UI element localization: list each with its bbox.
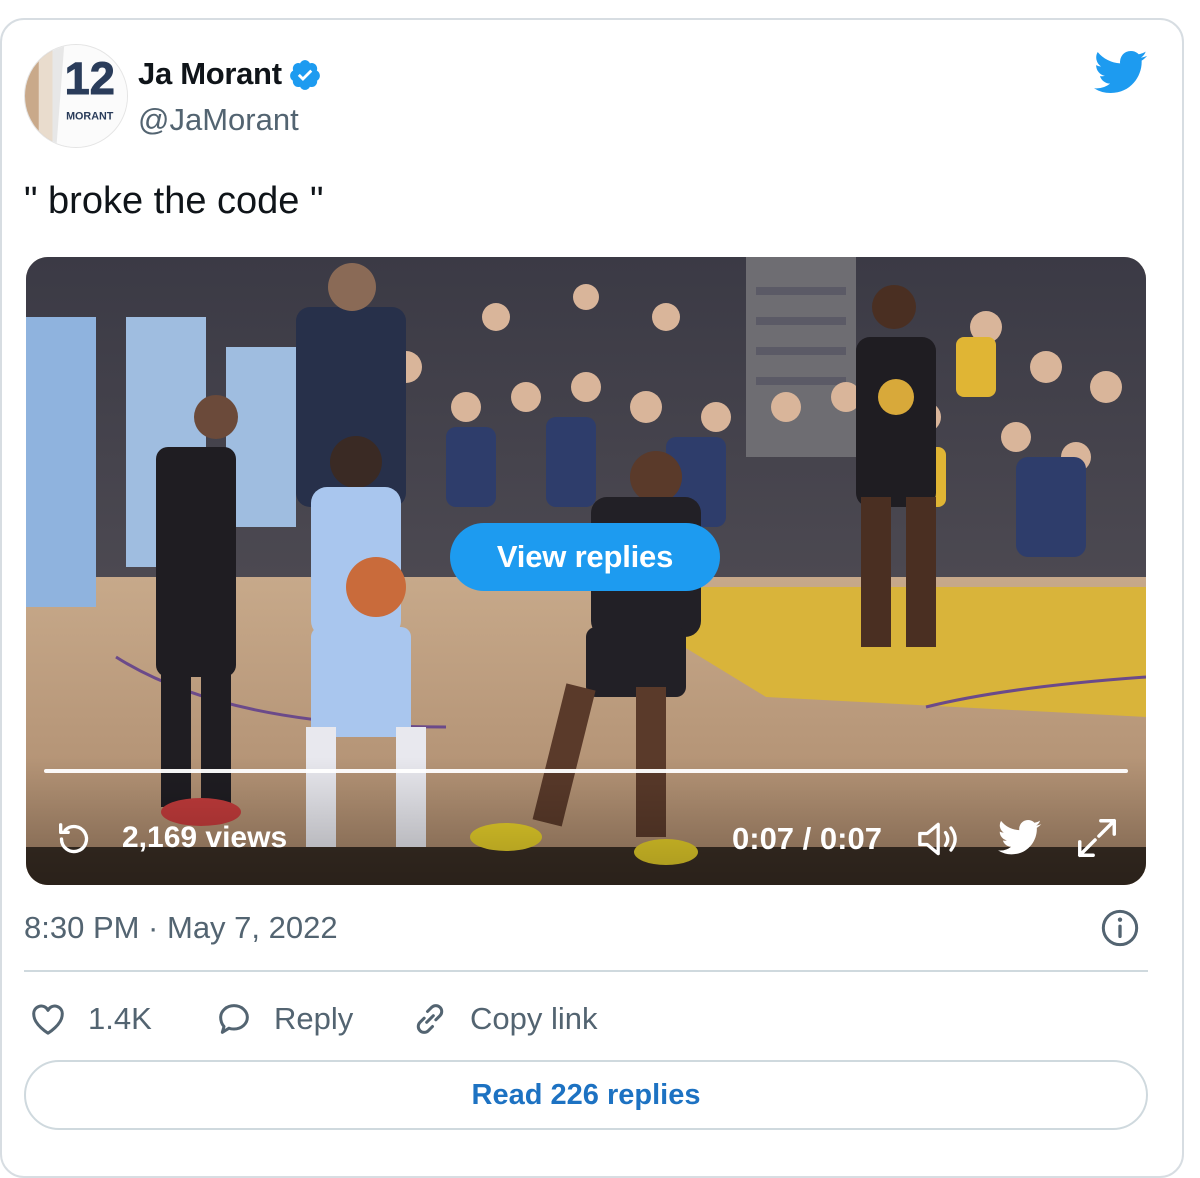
author-handle[interactable]: @JaMorant [138,102,299,138]
replay-icon[interactable] [54,819,94,859]
reply-button[interactable]: Reply [214,994,353,1044]
copy-link-button[interactable]: Copy link [410,994,598,1044]
like-button[interactable]: 1.4K [28,994,152,1044]
twitter-bird-icon[interactable] [1094,50,1148,96]
author-display-name[interactable]: Ja Morant [138,56,282,92]
volume-icon[interactable] [916,817,964,861]
reply-label: Reply [274,1001,354,1036]
speech-bubble-icon [219,1004,249,1034]
view-replies-button[interactable]: View replies [450,523,720,591]
avatar-jersey-image: 12 MORANT [25,45,127,147]
author-avatar[interactable]: 12 MORANT [24,44,128,148]
video-time: 0:07 / 0:07 [732,821,882,856]
tweet-text: " broke the code " [24,180,324,222]
avatar-jersey-number: 12 [65,53,115,104]
read-replies-button[interactable]: Read 226 replies [24,1060,1148,1130]
video-player[interactable]: View replies 2,169 views 0:07 / 0:07 [26,257,1146,885]
expand-icon[interactable] [1074,815,1120,861]
author-name-row[interactable]: Ja Morant [138,56,322,92]
divider [24,970,1148,972]
video-views-count: 2,169 views [122,821,288,854]
copy-link-label: Copy link [470,1001,598,1036]
video-progress-bar[interactable] [44,769,1128,773]
like-count: 1.4K [88,1001,152,1036]
verified-badge-icon [289,60,320,90]
link-icon [416,1004,444,1034]
info-icon[interactable] [1100,908,1140,948]
heart-icon [32,1004,64,1035]
video-twitter-bird-icon[interactable] [998,817,1042,859]
avatar-jersey-name: MORANT [66,111,114,123]
tweet-timestamp[interactable]: 8:30 PM · May 7, 2022 [24,910,338,946]
